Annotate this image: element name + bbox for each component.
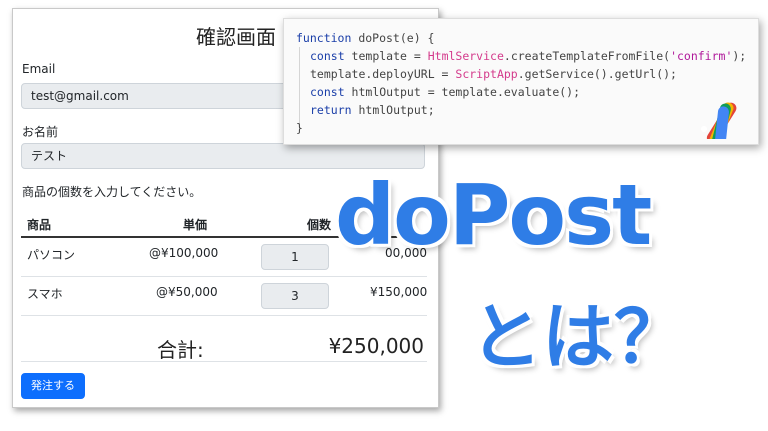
email-label: Email	[22, 62, 56, 76]
line-amount: ¥150,000	[370, 285, 428, 299]
quantity-instruction: 商品の個数を入力してください。	[22, 185, 202, 199]
code-line-2: const template = HtmlService.createTempl…	[310, 49, 746, 63]
code-text: );	[732, 49, 747, 63]
keyword-return: return	[310, 103, 352, 117]
code-line-4: const htmlOutput = template.evaluate();	[310, 85, 580, 99]
function-signature: doPost(e) {	[351, 31, 435, 45]
indent-guide	[299, 47, 300, 129]
code-line-6: }	[296, 121, 303, 135]
string-literal: 'confirm'	[670, 49, 733, 63]
quantity-input[interactable]: 1	[261, 244, 329, 270]
column-header-product: 商品	[27, 218, 52, 232]
class-htmlservice: HtmlService	[427, 49, 504, 63]
keyword-const: const	[310, 49, 345, 63]
quantity-input[interactable]: 3	[261, 283, 329, 309]
code-text: .createTemplateFromFile(	[503, 49, 671, 63]
total-label: 合計:	[157, 338, 204, 362]
code-text: template =	[344, 49, 428, 63]
code-text: .getService().getUrl();	[517, 67, 677, 81]
code-text: }	[296, 121, 303, 135]
headline-toha: とは？	[470, 295, 687, 379]
row-divider	[21, 315, 427, 316]
submit-order-button[interactable]: 発注する	[21, 373, 85, 399]
keyword-function: function	[296, 31, 352, 45]
class-scriptapp: ScriptApp	[455, 67, 518, 81]
apps-script-logo-icon	[701, 102, 737, 139]
code-text: htmlOutput = template.evaluate();	[344, 85, 581, 99]
code-line-1: function doPost(e) {	[296, 31, 434, 45]
keyword-const: const	[310, 85, 345, 99]
unit-price: @¥100,000	[149, 246, 219, 260]
code-line-3: template.deployURL = ScriptApp.getServic…	[310, 67, 677, 81]
name-label: お名前	[22, 125, 59, 139]
column-header-qty: 個数	[307, 218, 332, 232]
code-line-5: return htmlOutput;	[310, 103, 435, 117]
row-divider	[21, 276, 427, 277]
code-text: htmlOutput;	[351, 103, 435, 117]
column-header-price: 単価	[183, 218, 208, 232]
total-divider	[21, 361, 427, 362]
total-value: ¥250,000	[328, 334, 424, 358]
headline-dopost: doPost	[335, 166, 652, 264]
product-name: パソコン	[27, 248, 76, 262]
unit-price: @¥50,000	[156, 285, 218, 299]
product-name: スマホ	[27, 287, 63, 301]
code-text: template.deployURL =	[310, 67, 456, 81]
code-snippet-card: function doPost(e) { const template = Ht…	[283, 18, 759, 145]
